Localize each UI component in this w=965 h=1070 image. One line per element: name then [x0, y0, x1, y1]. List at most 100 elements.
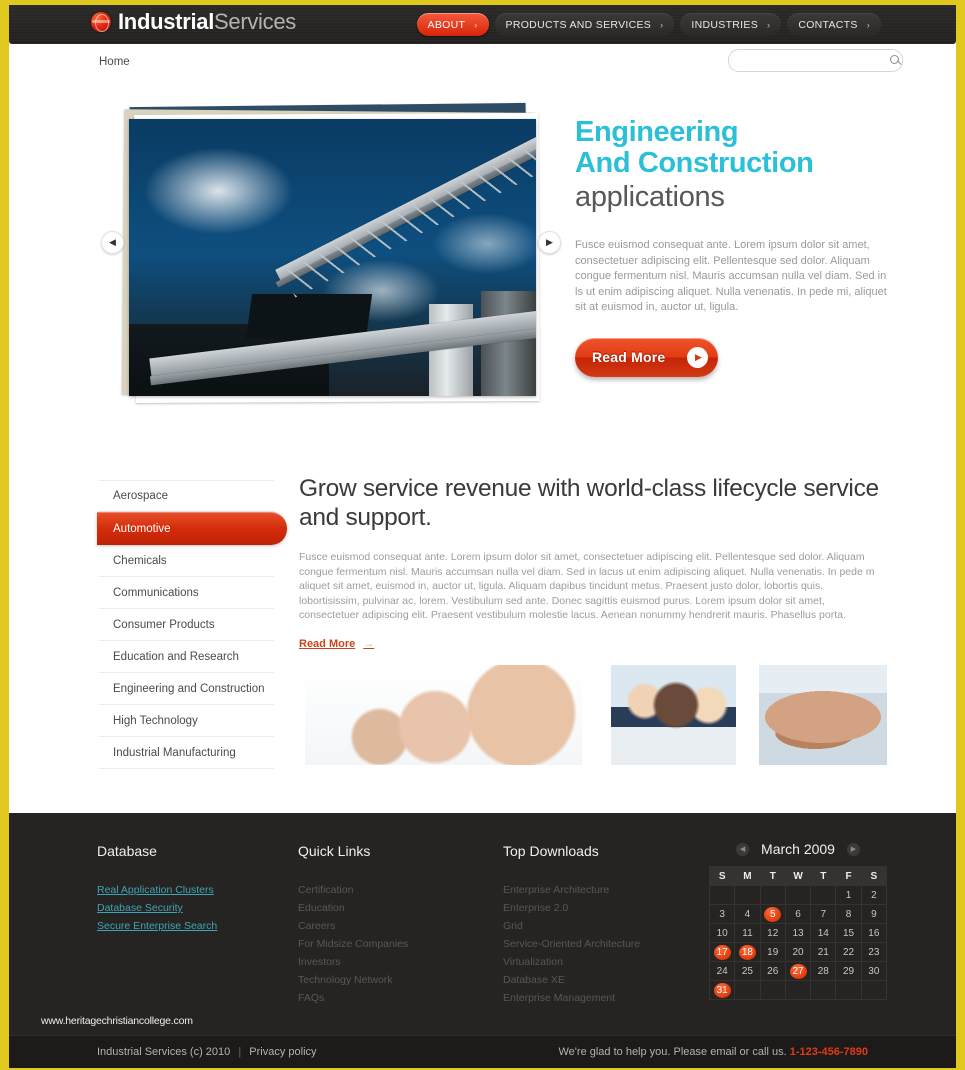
phone-number[interactable]: 1-123-456-7890	[790, 1046, 868, 1058]
calendar-day-cell[interactable]: 6	[784, 904, 812, 924]
thumbnail-group-of-people[interactable]	[305, 665, 582, 765]
calendar-weekday: F	[835, 866, 862, 886]
thumbnail-hands-together[interactable]	[759, 665, 887, 765]
calendar-day-cell[interactable]: 9	[860, 904, 888, 924]
footer-link-enterprise-management[interactable]: Enterprise Management	[503, 989, 703, 1007]
sidebar-item-automotive[interactable]: Automotive	[97, 512, 287, 545]
calendar-day-cell[interactable]: 10	[708, 923, 736, 943]
calendar-day-cell[interactable]: 26	[759, 961, 786, 981]
calendar-day-cell[interactable]: 27	[784, 961, 812, 981]
calendar-week-row: 10 11 12 13 14 15 16	[708, 923, 888, 943]
footer-link-enterprise-20[interactable]: Enterprise 2.0	[503, 899, 703, 917]
chevron-right-icon: ›	[660, 19, 664, 30]
calendar-day-cell[interactable]: 2	[860, 885, 888, 905]
footer-column-title: Quick Links	[298, 843, 371, 859]
calendar-day-cell[interactable]: 15	[835, 923, 862, 943]
sidebar-item-consumer-products[interactable]: Consumer Products	[99, 609, 274, 641]
footer-link-enterprise-architecture[interactable]: Enterprise Architecture	[503, 881, 703, 899]
footer-link-database-security[interactable]: Database Security	[97, 899, 287, 917]
calendar-empty-cell	[759, 980, 786, 1000]
slider-prev-button[interactable]: ◀	[101, 231, 124, 254]
breadcrumb[interactable]: Home	[99, 56, 130, 68]
arrow-right-icon: →	[363, 637, 375, 650]
calendar-day-cell[interactable]: 11	[734, 923, 761, 943]
footer-link-database-xe[interactable]: Database XE	[503, 971, 703, 989]
calendar-prev-button[interactable]: ◀	[736, 842, 750, 856]
calendar-day-cell[interactable]: 24	[708, 961, 736, 981]
calendar-day-cell[interactable]: 18	[734, 942, 761, 962]
footer-link-investors[interactable]: Investors	[298, 953, 488, 971]
sidebar-item-industrial-manufacturing[interactable]: Industrial Manufacturing	[99, 737, 274, 769]
calendar-day-cell[interactable]: 30	[860, 961, 888, 981]
calendar-empty-cell	[784, 885, 812, 905]
calendar-day-cell[interactable]: 5	[759, 904, 786, 924]
calendar-day-cell[interactable]: 14	[810, 923, 837, 943]
sidebar-item-label: Consumer Products	[113, 618, 215, 631]
calendar-day-cell[interactable]: 1	[835, 885, 862, 905]
footer-link-certification[interactable]: Certification	[298, 881, 488, 899]
footer-link-virtualization[interactable]: Virtualization	[503, 953, 703, 971]
sidebar-item-chemicals[interactable]: Chemicals	[99, 545, 274, 577]
calendar-day-cell[interactable]: 31	[708, 980, 736, 1000]
site-logo[interactable]: IndustrialServices	[91, 11, 296, 33]
calendar-next-button[interactable]: ▶	[846, 842, 860, 856]
calendar-day-cell[interactable]: 21	[810, 942, 837, 962]
nav-item-products-and-services[interactable]: PRODUCTS AND SERVICES ›	[494, 13, 675, 36]
footer-column-title: Database	[97, 843, 157, 859]
calendar-day-cell[interactable]: 13	[784, 923, 812, 943]
sidebar-item-high-technology[interactable]: High Technology	[99, 705, 274, 737]
calendar-day-cell[interactable]: 25	[734, 961, 761, 981]
main-navigation: ABOUT › PRODUCTS AND SERVICES › INDUSTRI…	[416, 13, 881, 36]
calendar-empty-cell	[708, 885, 736, 905]
footer-link-technology-network[interactable]: Technology Network	[298, 971, 488, 989]
footer-link-faqs[interactable]: FAQs	[298, 989, 488, 1007]
calendar-day-cell[interactable]: 7	[810, 904, 837, 924]
nav-item-about[interactable]: ABOUT ›	[416, 13, 489, 36]
sidebar-item-label: Chemicals	[113, 554, 167, 567]
nav-item-contacts[interactable]: CONTACTS ›	[787, 13, 881, 36]
calendar-empty-cell	[784, 980, 812, 1000]
calendar-day-cell[interactable]: 22	[835, 942, 862, 962]
sidebar-item-engineering-and-construction[interactable]: Engineering and Construction	[99, 673, 274, 705]
logo-bold-text: Industrial	[118, 9, 215, 34]
article-read-more-link[interactable]: Read More →	[299, 638, 374, 650]
calendar-day-cell[interactable]: 3	[708, 904, 736, 924]
slider-read-more-button[interactable]: Read More ▶	[575, 337, 718, 377]
nav-item-industries[interactable]: INDUSTRIES ›	[680, 13, 782, 36]
footer-link-service-oriented-architecture[interactable]: Service-Oriented Architecture	[503, 935, 703, 953]
calendar-day-cell[interactable]: 28	[810, 961, 837, 981]
footer-link-for-midsize-companies[interactable]: For Midsize Companies	[298, 935, 488, 953]
calendar-day-cell[interactable]: 17	[708, 942, 736, 962]
thumbnail-business-team[interactable]	[611, 665, 736, 765]
chevron-right-icon: ›	[866, 19, 870, 30]
sidebar-item-communications[interactable]: Communications	[99, 577, 274, 609]
calendar-day-cell[interactable]: 23	[860, 942, 888, 962]
footer-link-secure-enterprise-search[interactable]: Secure Enterprise Search	[97, 917, 287, 935]
copyright-block: Industrial Services (c) 2010 | Privacy p…	[97, 1046, 317, 1058]
footer-link-education[interactable]: Education	[298, 899, 488, 917]
calendar-day-cell[interactable]: 19	[759, 942, 786, 962]
footer-link-careers[interactable]: Careers	[298, 917, 488, 935]
thumbnail-gallery	[299, 665, 887, 765]
calendar-day-cell[interactable]: 8	[835, 904, 862, 924]
calendar-day-cell[interactable]: 29	[835, 961, 862, 981]
search-icon[interactable]	[886, 51, 899, 71]
calendar-weekday-row: S M T W T F S	[708, 866, 888, 886]
calendar-day-cell[interactable]: 20	[784, 942, 812, 962]
search-input[interactable]	[729, 54, 886, 67]
article-column: Grow service revenue with world-class li…	[299, 474, 879, 652]
site-footer: Database Real Application Clusters Datab…	[9, 813, 956, 1035]
calendar-day-cell[interactable]: 12	[759, 923, 786, 943]
sidebar-item-label: Education and Research	[113, 650, 239, 663]
slider-next-button[interactable]: ▶	[538, 231, 561, 254]
sidebar-item-education-and-research[interactable]: Education and Research	[99, 641, 274, 673]
slider-subheading: applications	[575, 181, 725, 213]
calendar-day-cell[interactable]: 16	[860, 923, 888, 943]
footer-link-grid[interactable]: Grid	[503, 917, 703, 935]
calendar-day-highlight: 5	[764, 906, 782, 922]
privacy-policy-link[interactable]: Privacy policy	[249, 1046, 316, 1058]
calendar-empty-cell	[810, 885, 837, 905]
sidebar-item-aerospace[interactable]: Aerospace	[99, 480, 274, 512]
footer-link-real-application-clusters[interactable]: Real Application Clusters	[97, 881, 287, 899]
calendar-day-cell[interactable]: 4	[734, 904, 761, 924]
